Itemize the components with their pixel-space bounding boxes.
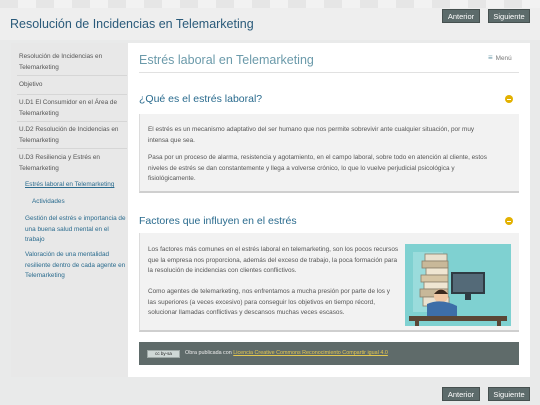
sidebar-item-estres-laboral[interactable]: Estrés laboral en Telemarketing	[25, 180, 133, 191]
sidebar-item-actividades[interactable]: Actividades	[32, 197, 140, 208]
section-box-factores: Los factores más comunes en el estrés la…	[139, 233, 519, 332]
next-button-top[interactable]: Siguiente	[488, 9, 530, 23]
next-button-bottom[interactable]: Siguiente	[488, 387, 530, 401]
stressed-worker-illustration	[405, 244, 511, 326]
sidebar-item-mentalidad-resiliente[interactable]: Valoración de una mentalidad resiliente …	[25, 250, 133, 282]
sidebar-item-ud2[interactable]: U.D2 Resolución de Incidencias en Telema…	[19, 125, 127, 146]
divider	[17, 75, 127, 76]
license-text: Obra publicada con Licencia Creative Com…	[185, 350, 388, 356]
sidebar-item-ud1[interactable]: U.D1 El Consumidor en el Área de Telemar…	[19, 98, 127, 119]
sidebar-item-ud3[interactable]: U.D3 Resiliencia y Estrés en Telemarketi…	[19, 153, 127, 174]
section-heading-estres: ¿Qué es el estrés laboral?	[139, 93, 263, 105]
paragraph: El estrés es un mecanismo adaptativo del…	[148, 126, 475, 144]
content-panel: Estrés laboral en Telemarketing ≡ Menú ¿Q…	[128, 43, 530, 377]
sidebar-item-intro[interactable]: Resolución de Incidencias en Telemarketi…	[19, 52, 127, 73]
collapse-toggle-icon[interactable]	[505, 217, 513, 225]
sidebar: Resolución de Incidencias en Telemarketi…	[11, 43, 128, 377]
site-title: Resolución de Incidencias en Telemarketi…	[10, 17, 254, 31]
hamburger-menu-icon: ≡	[488, 53, 493, 62]
decorative-stripe	[0, 0, 540, 8]
paragraph: Pasa por un proceso de alarma, resistenc…	[148, 154, 487, 182]
license-link[interactable]: Licencia Creative Commons Reconocimiento…	[233, 350, 388, 356]
prev-button-bottom[interactable]: Anterior	[442, 387, 480, 401]
prev-button-top[interactable]: Anterior	[442, 9, 480, 23]
menu-button[interactable]: ≡ Menú	[488, 53, 512, 62]
divider	[17, 148, 127, 149]
sidebar-item-objetivo[interactable]: Objetivo	[19, 80, 127, 91]
sidebar-item-gestion-estres[interactable]: Gestión del estrés e importancia de una …	[25, 214, 133, 246]
divider	[139, 72, 519, 73]
license-footer: cc by-sa Obra publicada con Licencia Cre…	[139, 342, 519, 365]
page-title: Estrés laboral en Telemarketing	[139, 53, 314, 67]
collapse-toggle-icon[interactable]	[505, 95, 513, 103]
section-heading-factores: Factores que influyen en el estrés	[139, 215, 297, 227]
paragraph: Los factores más comunes en el estrés la…	[148, 246, 399, 274]
paragraph: Como agentes de telemarketing, nos enfre…	[148, 288, 390, 316]
divider	[17, 94, 127, 95]
divider	[17, 121, 127, 122]
cc-license-icon: cc by-sa	[147, 350, 180, 358]
section-box-estres: El estrés es un mecanismo adaptativo del…	[139, 114, 519, 193]
top-bar: Resolución de Incidencias en Telemarketi…	[0, 0, 540, 40]
